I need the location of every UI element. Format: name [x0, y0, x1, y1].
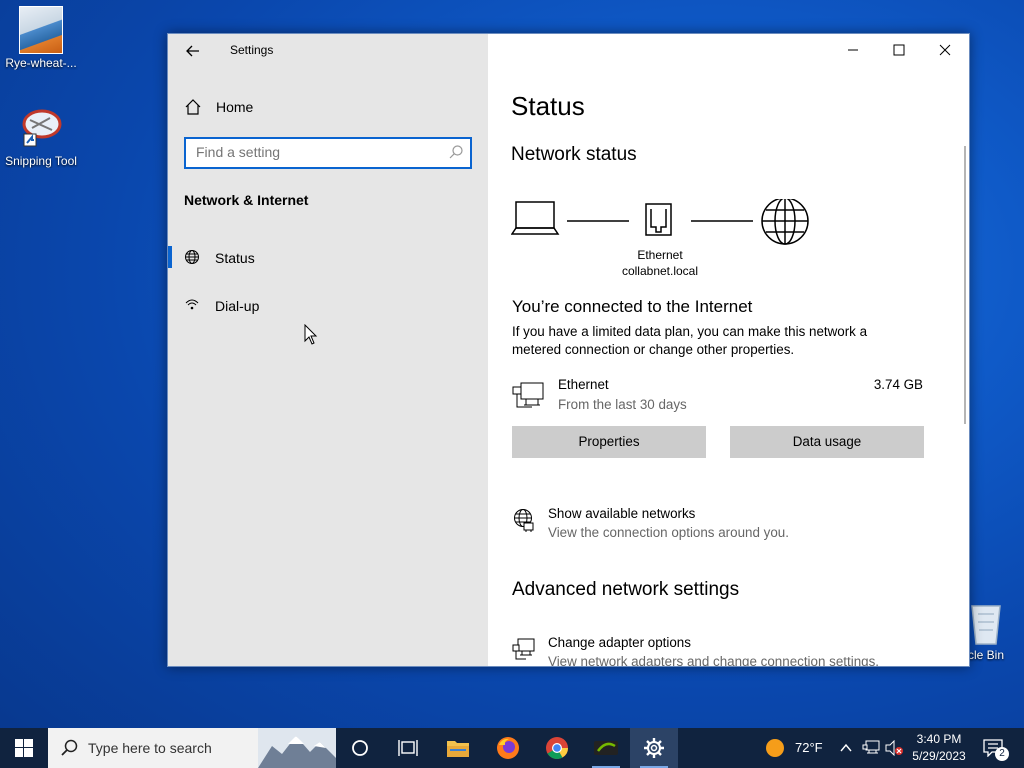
diagram-adapter-label: Ethernet collabnet.local [610, 247, 710, 279]
page-title: Status [511, 91, 585, 121]
nav-section-title: Network & Internet [184, 192, 309, 208]
adapter-name: Ethernet [637, 248, 683, 262]
file-explorer-button[interactable] [434, 728, 482, 768]
maximize-icon [893, 44, 905, 56]
gear-icon [644, 738, 664, 758]
ethernet-adapter-icon [512, 382, 544, 408]
weather-widget[interactable]: 72°F [760, 728, 830, 768]
sun-weather-icon [766, 739, 784, 757]
change-adapter-options-link[interactable]: Change adapter options View network adap… [512, 635, 932, 667]
network-domain: collabnet.local [621, 264, 699, 278]
taskbar-search-placeholder: Type here to search [88, 740, 212, 756]
network-adapter-icon [512, 638, 535, 660]
recycle-bin-icon [966, 600, 1006, 646]
settings-taskbar-button[interactable] [630, 728, 678, 768]
maximize-button[interactable] [876, 34, 922, 66]
cortana-button[interactable] [336, 728, 384, 768]
start-button[interactable] [0, 728, 48, 768]
desktop-icon-snipping-tool[interactable]: Snipping Tool [0, 106, 82, 168]
globe-network-icon [185, 250, 199, 264]
file-thumbnail-icon [19, 6, 63, 54]
taskbar-search-box[interactable]: Type here to search [48, 728, 336, 768]
find-setting-input[interactable] [186, 139, 436, 165]
taskbar-clock[interactable]: 3:40 PM 5/29/2023 [906, 731, 972, 765]
nav-item-label: Dial-up [215, 298, 260, 314]
desktop-icon-rye-wheat[interactable]: Rye-wheat-... [0, 6, 82, 70]
connected-description: If you have a limited data plan, you can… [512, 324, 868, 357]
chrome-icon [546, 737, 568, 759]
properties-button[interactable]: Properties [512, 426, 706, 458]
minimize-button[interactable] [830, 34, 876, 66]
volume-muted-icon[interactable] [884, 740, 904, 756]
settings-window: Settings Home Network & Internet Status [167, 33, 970, 667]
settings-nav-pane: Settings Home Network & Internet Status [168, 34, 488, 666]
clock-time: 3:40 PM [916, 732, 962, 746]
task-view-icon [398, 740, 418, 756]
nav-item-status[interactable]: Status [168, 240, 488, 276]
search-highlight-illustration [258, 728, 336, 768]
nav-item-label: Status [215, 250, 255, 266]
home-icon [185, 99, 201, 115]
mouse-cursor-icon [304, 324, 318, 345]
network-status-heading: Network status [511, 144, 637, 165]
dial-up-icon [185, 299, 199, 310]
change-adapter-title: Change adapter options [548, 635, 691, 650]
change-adapter-subtitle: View network adapters and change connect… [548, 654, 880, 667]
task-view-button[interactable] [384, 728, 432, 768]
clock-date: 5/29/2023 [912, 749, 966, 763]
network-tray-icon[interactable] [862, 740, 880, 756]
find-setting-search[interactable] [184, 137, 472, 169]
cortana-circle-icon [352, 740, 368, 756]
usage-amount: 3.74 GB [873, 377, 923, 392]
ethernet-data-usage-row: Ethernet From the last 30 days 3.74 GB [512, 376, 925, 416]
selected-indicator [168, 246, 172, 268]
chrome-button[interactable] [533, 728, 581, 768]
weather-temperature: 72°F [795, 740, 823, 755]
snipping-tool-icon [18, 106, 64, 152]
firefox-icon [497, 737, 519, 759]
ethernet-port-icon [645, 203, 672, 236]
notification-center-button[interactable]: 2 [978, 728, 1022, 768]
show-available-networks-link[interactable]: Show available networks View the connect… [512, 506, 932, 548]
usage-period: From the last 30 days [558, 397, 687, 412]
settings-content-pane: Status Network status Ethernet collabnet… [488, 34, 969, 666]
data-usage-button[interactable]: Data usage [730, 426, 924, 458]
terminal-app-button[interactable] [582, 728, 630, 768]
close-icon [939, 44, 951, 56]
firefox-button[interactable] [484, 728, 532, 768]
notification-count-badge: 2 [995, 747, 1009, 761]
connected-heading: You’re connected to the Internet [512, 297, 753, 316]
nav-home[interactable]: Home [184, 96, 474, 118]
arrow-left-icon [186, 45, 199, 57]
taskbar: Type here to search 72°F 3:40 PM 5/29/20… [0, 728, 1024, 768]
search-icon [449, 145, 463, 159]
search-icon [61, 739, 78, 756]
minimize-icon [848, 49, 858, 51]
laptop-icon [511, 201, 560, 235]
chevron-up-icon[interactable] [840, 743, 852, 753]
close-button[interactable] [922, 34, 968, 66]
internet-globe-icon [761, 199, 809, 245]
window-title: Settings [230, 43, 274, 57]
show-networks-title: Show available networks [548, 506, 696, 521]
show-networks-subtitle: View the connection options around you. [548, 525, 789, 540]
globe-network-icon [514, 509, 534, 532]
desktop-icon-label: Rye-wheat-... [5, 56, 77, 70]
terminal-app-icon [594, 741, 618, 755]
back-button[interactable] [182, 40, 204, 62]
nav-item-dialup[interactable]: Dial-up [168, 288, 488, 324]
nav-home-label: Home [216, 99, 254, 115]
desktop-icon-label: Snipping Tool [5, 154, 77, 168]
connection-name: Ethernet [558, 377, 609, 392]
folder-icon [447, 741, 469, 757]
content-scrollbar-thumb[interactable] [964, 146, 966, 424]
windows-logo-icon [15, 739, 33, 757]
advanced-network-settings-heading: Advanced network settings [512, 579, 740, 600]
network-status-diagram [511, 199, 809, 245]
